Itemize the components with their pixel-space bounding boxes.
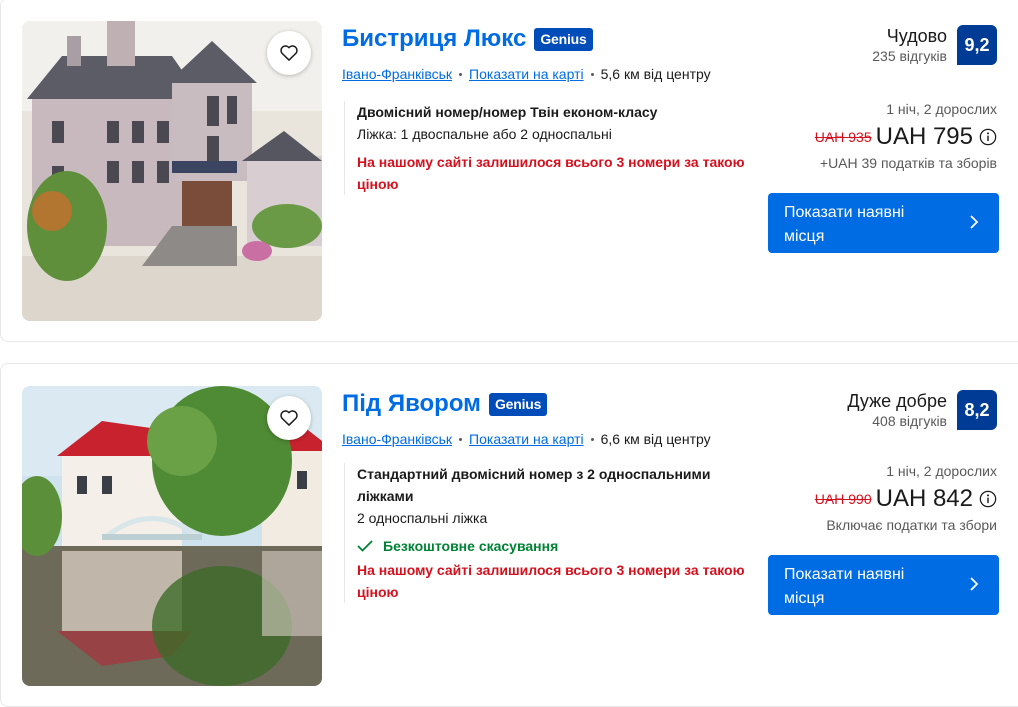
score-word: Чудово <box>886 26 947 46</box>
bed-info: Ліжка: 1 двоспальне або 2 односпальні <box>357 126 612 142</box>
distance-from-center: 5,6 км від центру <box>600 66 711 82</box>
separator-dot <box>590 437 594 441</box>
info-icon[interactable] <box>979 490 997 508</box>
room-name: Двомісний номер/номер Твін економ-класу <box>357 104 658 120</box>
see-availability-label: Показати наявні місця <box>784 204 905 245</box>
chevron-right-icon <box>970 577 979 591</box>
show-on-map-link[interactable]: Показати на карті <box>469 431 584 447</box>
genius-badge: Genius <box>534 27 593 51</box>
favorite-heart-button[interactable] <box>267 396 311 440</box>
show-on-map-link[interactable]: Показати на карті <box>469 66 584 82</box>
separator-dot <box>590 72 594 76</box>
review-count: 408 відгуків <box>872 413 947 429</box>
checkmark-icon <box>357 540 373 552</box>
separator-dot <box>459 437 463 441</box>
hotel-name-link[interactable]: Під Явором <box>342 390 481 418</box>
property-card: Під Явором Genius Івано-Франківськ Показ… <box>0 363 1018 707</box>
distance-from-center: 6,6 км від центру <box>600 431 711 447</box>
stay-details: 1 ніч, 2 дорослих <box>886 101 997 117</box>
heart-icon <box>280 410 298 426</box>
info-icon[interactable] <box>979 128 997 146</box>
chevron-right-icon <box>970 215 979 229</box>
review-score[interactable]: Чудово 235 відгуків 9,2 <box>872 25 997 65</box>
location-row: Івано-Франківськ Показати на карті 5,6 к… <box>342 66 711 82</box>
title-row: Під Явором Genius <box>342 390 548 418</box>
city-link[interactable]: Івано-Франківськ <box>342 66 452 82</box>
city-link[interactable]: Івано-Франківськ <box>342 431 452 447</box>
original-price: UAH 990 <box>814 491 872 507</box>
room-info: Стандартний двомісний номер з 2 односпал… <box>344 463 747 603</box>
review-score[interactable]: Дуже добре 408 відгуків 8,2 <box>847 390 997 430</box>
scarcity-message: На нашому сайті залишилося всього 3 номе… <box>357 562 745 600</box>
bed-info: 2 односпальні ліжка <box>357 510 488 526</box>
separator-dot <box>459 72 463 76</box>
taxes-info: Включає податки та збори <box>826 517 997 533</box>
review-count: 235 відгуків <box>872 48 947 64</box>
room-info: Двомісний номер/номер Твін економ-класу … <box>344 101 747 195</box>
property-card: Бистриця Люкс Genius Івано-Франківськ По… <box>0 0 1018 342</box>
free-cancellation: Безкоштовне скасування <box>357 535 747 557</box>
room-name: Стандартний двомісний номер з 2 односпал… <box>357 466 711 504</box>
hotel-name-link[interactable]: Бистриця Люкс <box>342 25 526 53</box>
favorite-heart-button[interactable] <box>267 31 311 75</box>
score-word: Дуже добре <box>847 391 947 411</box>
see-availability-label: Показати наявні місця <box>784 566 905 607</box>
title-row: Бистриця Люкс Genius <box>342 25 593 53</box>
location-row: Івано-Франківськ Показати на карті 6,6 к… <box>342 431 711 447</box>
see-availability-button[interactable]: Показати наявні місця <box>768 193 999 253</box>
current-price: UAH 795 <box>875 123 973 150</box>
free-cancellation-label: Безкоштовне скасування <box>383 538 559 554</box>
score-badge: 8,2 <box>957 390 997 430</box>
heart-icon <box>280 45 298 61</box>
genius-badge: Genius <box>488 392 548 416</box>
taxes-info: +UAH 39 податків та зборів <box>819 155 997 171</box>
current-price: UAH 842 <box>875 485 973 512</box>
stay-details: 1 ніч, 2 дорослих <box>886 463 997 479</box>
price-block: 1 ніч, 2 дорослих UAH 990 UAH 842 Включа… <box>815 461 997 535</box>
original-price: UAH 935 <box>814 129 872 145</box>
scarcity-message: На нашому сайті залишилося всього 3 номе… <box>357 154 745 192</box>
price-block: 1 ніч, 2 дорослих UAH 935 UAH 795 +UAH 3… <box>815 99 997 173</box>
see-availability-button[interactable]: Показати наявні місця <box>768 555 999 615</box>
score-badge: 9,2 <box>957 25 997 65</box>
